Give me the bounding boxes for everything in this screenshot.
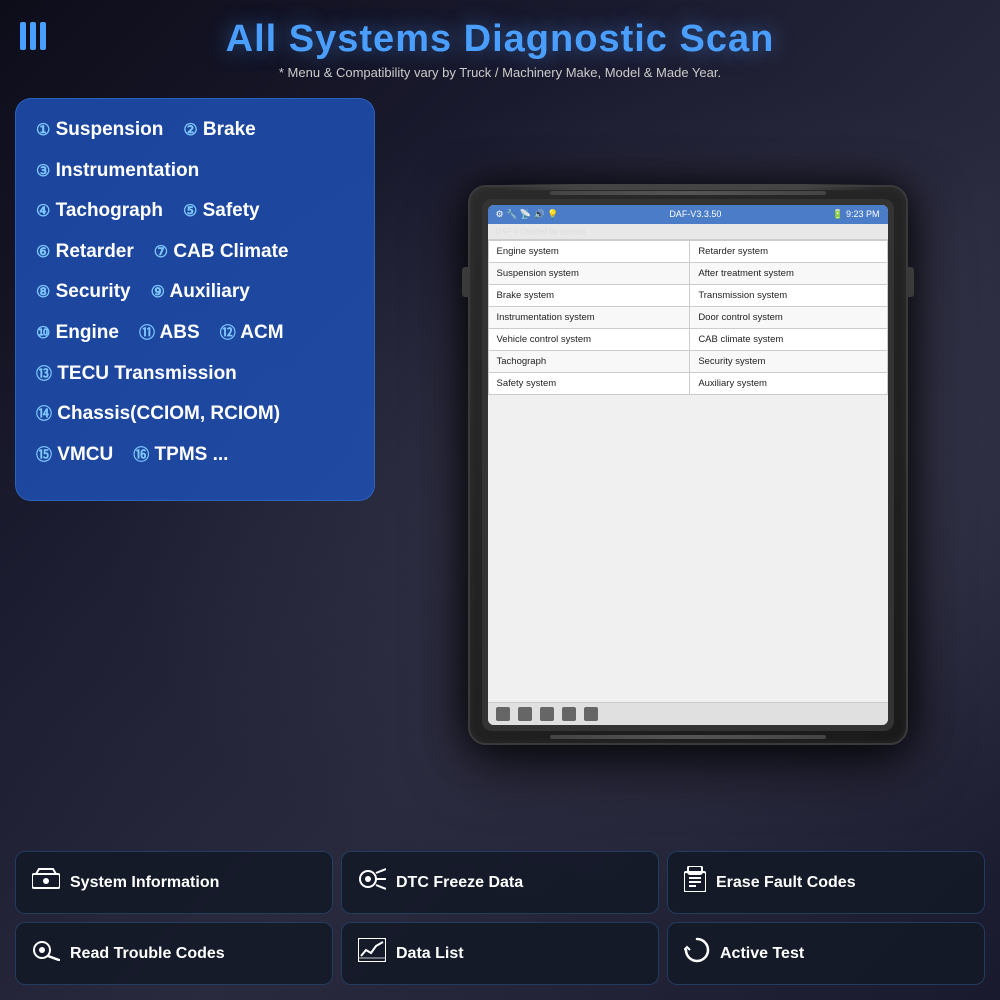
screen-header: ⚙ 🔧 📡 🔊 💡 DAF-V3.3.50 🔋 9:23 PM (488, 205, 888, 224)
system-engine: ⑩ Engine (36, 320, 119, 347)
active-test-label: Active Test (720, 945, 804, 963)
system-chassis: ⑭ Chassis(CCIOM, RCIOM) (36, 401, 280, 428)
screen-header-right: 🔋 9:23 PM (832, 209, 879, 220)
system-auxiliary: ⑨ Auxiliary (151, 279, 250, 306)
table-row: Vehicle control system CAB climate syste… (488, 328, 887, 350)
table-cell-left[interactable]: Vehicle control system (488, 328, 690, 350)
system-security: ⑧ Security (36, 279, 131, 306)
screen-footer (488, 702, 888, 725)
system-tecu: ⑬ TECU Transmission (36, 361, 237, 388)
system-row-3: ④ Tachograph ⑤ Safety (36, 198, 354, 233)
tablet-button-left (462, 267, 468, 297)
dtc-freeze-label: DTC Freeze Data (396, 874, 523, 892)
function-buttons: System Information DTC Freeze Data (0, 841, 1000, 1000)
dtc-freeze-icon (358, 868, 386, 897)
table-cell-right[interactable]: Auxiliary system (690, 372, 887, 394)
system-retarder: ⑥ Retarder (36, 239, 134, 266)
table-cell-right[interactable]: Security system (690, 350, 887, 372)
tablet-button-right (908, 267, 914, 297)
table-cell-left[interactable]: Suspension system (488, 262, 690, 284)
systems-panel: ① Suspension ② Brake ③ Instrumentation ④… (15, 98, 375, 501)
table-cell-left[interactable]: Engine system (488, 240, 690, 262)
system-vmcu: ⑮ VMCU (36, 442, 113, 469)
system-suspension: ① Suspension (36, 117, 163, 144)
table-row: Brake system Transmission system (488, 284, 887, 306)
system-row-4: ⑥ Retarder ⑦ CAB Climate (36, 239, 354, 274)
erase-fault-icon (684, 866, 706, 899)
footer-icon-info (584, 707, 598, 721)
brand-bars (20, 22, 46, 50)
active-test-icon (684, 937, 710, 970)
table-row: Engine system Retarder system (488, 240, 887, 262)
table-cell-right[interactable]: Retarder system (690, 240, 887, 262)
system-row-6: ⑩ Engine ⑪ ABS ⑫ ACM (36, 320, 354, 355)
table-cell-left[interactable]: Brake system (488, 284, 690, 306)
table-row: Suspension system After treatment system (488, 262, 887, 284)
system-brake: ② Brake (183, 117, 255, 144)
bar-2 (30, 22, 36, 50)
active-test-button[interactable]: Active Test (667, 922, 985, 985)
tablet-grip-bottom (550, 735, 826, 739)
tablet-inner: ⚙ 🔧 📡 🔊 💡 DAF-V3.3.50 🔋 9:23 PM DAF > Di… (482, 199, 894, 731)
data-list-button[interactable]: Data List (341, 922, 659, 985)
system-row-5: ⑧ Security ⑨ Auxiliary (36, 279, 354, 314)
table-cell-left[interactable]: Instrumentation system (488, 306, 690, 328)
table-row: Safety system Auxiliary system (488, 372, 887, 394)
screen-breadcrumb: DAF > Divided by system (488, 224, 888, 240)
table-cell-right[interactable]: CAB climate system (690, 328, 887, 350)
bar-1 (20, 22, 26, 50)
tablet-area: ⚙ 🔧 📡 🔊 💡 DAF-V3.3.50 🔋 9:23 PM DAF > Di… (390, 98, 985, 831)
table-cell-left[interactable]: Safety system (488, 372, 690, 394)
system-instrumentation: ③ Instrumentation (36, 158, 199, 185)
main-area: ① Suspension ② Brake ③ Instrumentation ④… (0, 88, 1000, 841)
system-acm: ⑫ ACM (220, 320, 284, 347)
screen-header-left: ⚙ 🔧 📡 🔊 💡 (496, 209, 559, 220)
system-abs: ⑪ ABS (139, 320, 200, 347)
table-cell-left[interactable]: Tachograph (488, 350, 690, 372)
system-tpms: ⑯ TPMS ... (133, 442, 228, 469)
data-list-icon (358, 938, 386, 969)
bar-3 (40, 22, 46, 50)
system-row-2: ③ Instrumentation (36, 158, 354, 193)
footer-icon-home (518, 707, 532, 721)
read-trouble-icon (32, 939, 60, 968)
dtc-freeze-button[interactable]: DTC Freeze Data (341, 851, 659, 914)
erase-fault-label: Erase Fault Codes (716, 874, 856, 892)
system-cab-climate: ⑦ CAB Climate (154, 239, 289, 266)
table-cell-right[interactable]: After treatment system (690, 262, 887, 284)
header-subtitle: * Menu & Compatibility vary by Truck / M… (20, 65, 980, 80)
tablet-grip-top (550, 191, 826, 195)
page-title: All Systems Diagnostic Scan (20, 18, 980, 61)
table-row: Instrumentation system Door control syst… (488, 306, 887, 328)
system-tachograph: ④ Tachograph (36, 198, 163, 225)
screen-app-title: DAF-V3.3.50 (669, 209, 721, 219)
system-row-9: ⑮ VMCU ⑯ TPMS ... (36, 442, 354, 477)
tablet-device: ⚙ 🔧 📡 🔊 💡 DAF-V3.3.50 🔋 9:23 PM DAF > Di… (468, 185, 908, 745)
system-row-8: ⑭ Chassis(CCIOM, RCIOM) (36, 401, 354, 436)
table-cell-right[interactable]: Transmission system (690, 284, 887, 306)
system-info-icon (32, 868, 60, 897)
system-safety: ⑤ Safety (183, 198, 260, 225)
tablet-screen: ⚙ 🔧 📡 🔊 💡 DAF-V3.3.50 🔋 9:23 PM DAF > Di… (488, 205, 888, 725)
footer-icon-menu (540, 707, 554, 721)
read-trouble-label: Read Trouble Codes (70, 945, 225, 963)
system-row-1: ① Suspension ② Brake (36, 117, 354, 152)
erase-fault-button[interactable]: Erase Fault Codes (667, 851, 985, 914)
system-info-button[interactable]: System Information (15, 851, 333, 914)
footer-icon-settings (562, 707, 576, 721)
header: All Systems Diagnostic Scan * Menu & Com… (0, 0, 1000, 88)
table-row: Tachograph Security system (488, 350, 887, 372)
read-trouble-button[interactable]: Read Trouble Codes (15, 922, 333, 985)
system-info-label: System Information (70, 874, 219, 892)
screen-table: Engine system Retarder system Suspension… (488, 240, 888, 702)
systems-table: Engine system Retarder system Suspension… (488, 240, 888, 395)
data-list-label: Data List (396, 945, 464, 963)
footer-icon-back (496, 707, 510, 721)
system-row-7: ⑬ TECU Transmission (36, 361, 354, 396)
table-cell-right[interactable]: Door control system (690, 306, 887, 328)
